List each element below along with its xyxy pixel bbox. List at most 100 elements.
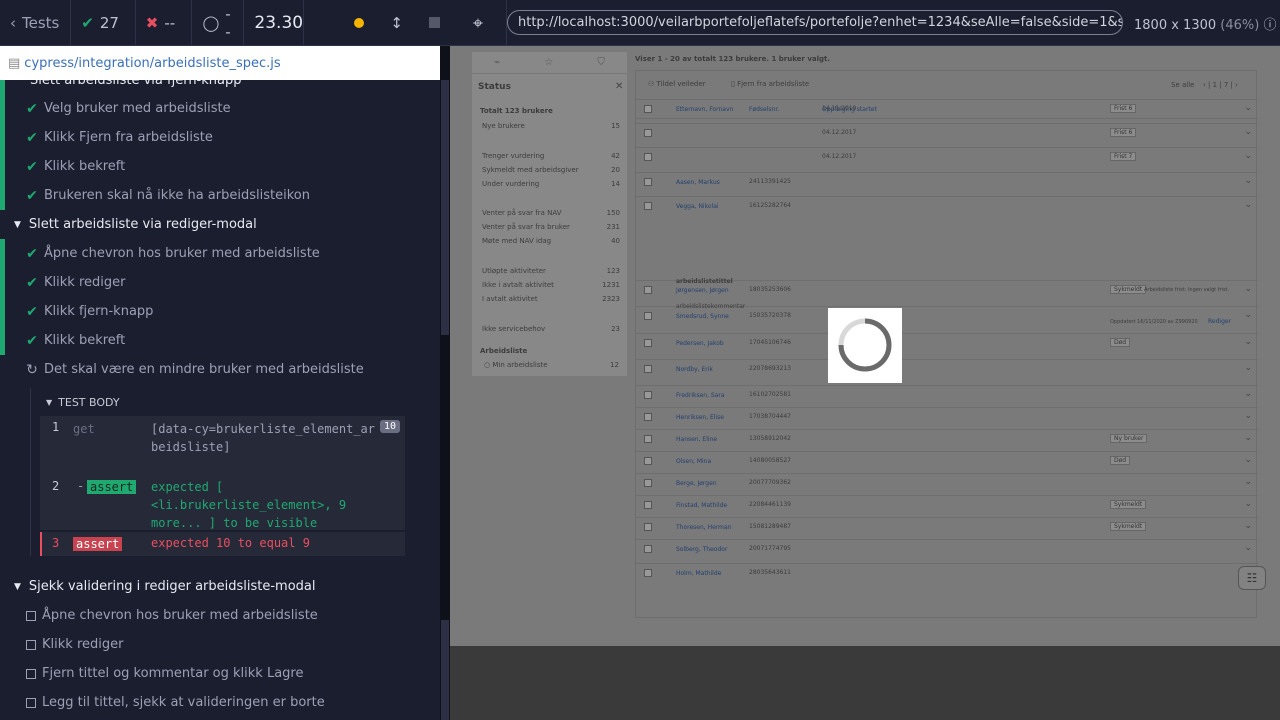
filter-option[interactable]: Møte med NAV idag 40 <box>480 237 620 247</box>
test-item-pending[interactable]: Fjern tittel og kommentar og klikk Lagre <box>0 659 440 688</box>
test-item[interactable]: ✔ Klikk rediger <box>0 268 440 297</box>
test-item[interactable]: ✔ Åpne chevron hos bruker med arbeidslist… <box>0 239 440 268</box>
suite-title[interactable]: ▼ Sjekk validering i rediger arbeidsliste… <box>0 572 440 601</box>
selector-playground-crosshair-icon[interactable]: ⌖ <box>450 0 507 46</box>
table-row[interactable]: Olsen, Mina 14080058527 Død ⌄ <box>636 451 1258 471</box>
test-item[interactable]: ✔ Klikk Fjern fra arbeidsliste <box>0 123 440 152</box>
row-checkbox[interactable] <box>644 202 652 210</box>
element-count-badge: 10 <box>380 420 401 433</box>
test-item[interactable]: ✔ Klikk fjern-knapp <box>0 297 440 326</box>
table-row[interactable]: 14.11.2019 Frist 6 ⌄ <box>636 99 1258 119</box>
chevron-down-icon[interactable]: ⌄ <box>1244 477 1252 487</box>
row-checkbox[interactable] <box>644 435 652 443</box>
row-checkbox[interactable] <box>644 339 652 347</box>
test-item[interactable]: ✔ Brukeren skal nå ikke ha arbeidslisteik… <box>0 181 440 210</box>
se-alle-link[interactable]: Se alle <box>1171 81 1194 89</box>
filter-option[interactable]: I avtalt aktivitet 2323 <box>480 295 620 305</box>
row-checkbox[interactable] <box>644 457 652 465</box>
chevron-down-icon[interactable]: ⌄ <box>1244 389 1252 399</box>
table-row[interactable]: Berge, Jørgen 20077709362 ⌄ <box>636 473 1258 493</box>
test-item[interactable]: ✔ Velg bruker med arbeidsliste <box>0 94 440 123</box>
filter-option[interactable]: Trenger vurdering 42 <box>480 152 620 162</box>
test-body-header[interactable]: ▼ TEST BODY <box>0 388 440 417</box>
filter-option[interactable]: Ikke servicebehov 23 <box>480 325 620 335</box>
table-row[interactable]: Aasen, Markus 24113391425 ⌄ <box>636 172 1258 192</box>
scrollbar-thumb[interactable] <box>441 80 449 335</box>
row-checkbox[interactable] <box>644 545 652 553</box>
chevron-down-icon[interactable]: ⌄ <box>1244 103 1252 113</box>
table-row[interactable]: Finstad, Mathilde 22084461139 Sykmeldt ⌄ <box>636 495 1258 515</box>
back-to-tests-button[interactable]: ‹ Tests <box>0 0 72 46</box>
table-row[interactable]: Nordby, Erik 22078693213 ⌄ <box>636 359 1258 379</box>
test-item-pending[interactable]: Åpne chevron hos bruker med arbeidsliste <box>0 601 440 630</box>
row-checkbox[interactable] <box>644 391 652 399</box>
table-row[interactable]: Holm, Mathilde28035643611⌄ <box>636 563 1258 583</box>
command-row-failed[interactable]: 3 assert expected 10 to equal 9 <box>40 532 405 556</box>
suite-title[interactable]: ▼ Slett arbeidsliste via rediger-modal <box>0 210 440 239</box>
row-checkbox[interactable] <box>644 501 652 509</box>
chevron-down-icon[interactable]: ⌄ <box>1244 521 1252 531</box>
row-checkbox[interactable] <box>644 178 652 186</box>
row-checkbox[interactable] <box>644 365 652 373</box>
chevron-down-icon[interactable]: ⌄ <box>1244 127 1252 137</box>
command-row[interactable]: 1 get [data-cy=brukerliste_element_arbei… <box>40 416 405 476</box>
table-row[interactable]: Solberg, Theodor 20071774795 ⌄ <box>636 539 1258 559</box>
table-row[interactable]: Hansen, Eline 13058912042 Ny bruker ⌄ <box>636 429 1258 449</box>
caret-down-icon: ▼ <box>14 219 21 230</box>
chevron-down-icon[interactable]: ⌄ <box>1244 499 1252 509</box>
row-checkbox[interactable] <box>644 153 652 161</box>
filter-option[interactable]: Nye brukere 15 <box>480 122 620 132</box>
scrollbar-thumb[interactable] <box>441 620 449 720</box>
chevron-down-icon[interactable]: ⌄ <box>1244 455 1252 465</box>
table-row[interactable]: Thoresen, Herman 15081289487 Sykmeldt ⌄ <box>636 517 1258 537</box>
info-icon[interactable]: ⓘ <box>1263 18 1276 33</box>
row-checkbox[interactable] <box>644 129 652 137</box>
chevron-down-icon[interactable]: ⌄ <box>1244 337 1252 347</box>
row-checkbox[interactable] <box>644 569 652 577</box>
test-item-running[interactable]: ↻ Det skal være en mindre bruker med arbe… <box>0 355 440 384</box>
test-item[interactable]: ✔ Klikk bekreft <box>0 326 440 355</box>
star-icon[interactable]: ☆ <box>544 57 553 68</box>
auto-scroll-icon[interactable]: ↕ <box>390 14 403 32</box>
chevron-down-icon[interactable]: ⌄ <box>1244 151 1252 161</box>
row-checkbox[interactable] <box>644 105 652 113</box>
url-bar[interactable]: http://localhost:3000/veilarbportefoljef… <box>507 10 1123 35</box>
test-item[interactable]: ✔ Klikk bekreft <box>0 152 440 181</box>
rediger-link[interactable]: Rediger <box>1208 318 1231 325</box>
table-row[interactable]: Vegga, Nikolai 16125282764 ⌄ <box>636 196 1258 216</box>
tildel-veileder-button[interactable]: ⚇ Tildel veileder <box>648 80 706 88</box>
filter-option[interactable]: Utløpte aktiviteter 123 <box>480 267 620 277</box>
row-checkbox[interactable] <box>644 413 652 421</box>
suite-title-cut[interactable]: Slett arbeidsliste via fjern-knapp <box>0 80 440 95</box>
row-checkbox[interactable] <box>644 479 652 487</box>
chevron-down-icon[interactable]: ⌄ <box>1244 176 1252 186</box>
row-checkbox[interactable] <box>644 523 652 531</box>
close-icon[interactable]: ✕ <box>615 81 623 92</box>
command-row[interactable]: 2 - assert expected [ <li.brukerliste_el… <box>40 476 405 530</box>
filter-option[interactable]: Ikke i avtalt aktivitet 1231 <box>480 281 620 291</box>
filter-option[interactable]: Venter på svar fra bruker 231 <box>480 223 620 233</box>
test-item-pending[interactable]: Legg til tittel, sjekk at valideringen e… <box>0 688 440 717</box>
chevron-down-icon[interactable]: ⌄ <box>1244 411 1252 421</box>
chevron-down-icon[interactable]: ⌄ <box>1244 363 1252 373</box>
feedback-icon[interactable]: ☷ <box>1238 566 1266 590</box>
pagination[interactable]: ‹ | 1 | 7 | › <box>1203 81 1238 89</box>
table-row[interactable]: Fredriksen, Sara 16102702581 ⌄ <box>636 385 1258 405</box>
chevron-down-icon[interactable]: ⌄ <box>1244 543 1252 553</box>
table-row[interactable]: Henriksen, Elise 17038704447 ⌄ <box>636 407 1258 427</box>
filter-tab-icon[interactable]: ⌁ <box>494 57 500 68</box>
chevron-down-icon[interactable]: ⌄ <box>1244 200 1252 210</box>
stop-icon[interactable] <box>428 17 440 28</box>
table-row[interactable]: 04.12.2017 Frist 7 ⌄ <box>636 147 1258 167</box>
funnel-icon[interactable]: ⛉ <box>597 57 605 68</box>
spec-path-bar[interactable]: ▤ cypress/integration/arbeidsliste_spec.… <box>0 46 440 80</box>
chevron-down-icon[interactable]: ⌄ <box>1244 433 1252 443</box>
table-row[interactable]: Pedersen, Jakob 17045106746 Død ⌄ <box>636 333 1258 353</box>
filter-min-arbeidsliste[interactable]: ○ Min arbeidsliste <box>484 361 548 369</box>
filter-option[interactable]: Sykmeldt med arbeidsgiver 20 <box>480 166 620 176</box>
fjern-arbeidsliste-button[interactable]: ▯ Fjern fra arbeidsliste <box>731 80 809 88</box>
table-row[interactable]: 04.12.2017 Frist 6 ⌄ <box>636 123 1258 143</box>
test-item-pending[interactable]: Klikk rediger <box>0 630 440 659</box>
filter-option[interactable]: Under vurdering 14 <box>480 180 620 190</box>
filter-option[interactable]: Venter på svar fra NAV 150 <box>480 209 620 219</box>
